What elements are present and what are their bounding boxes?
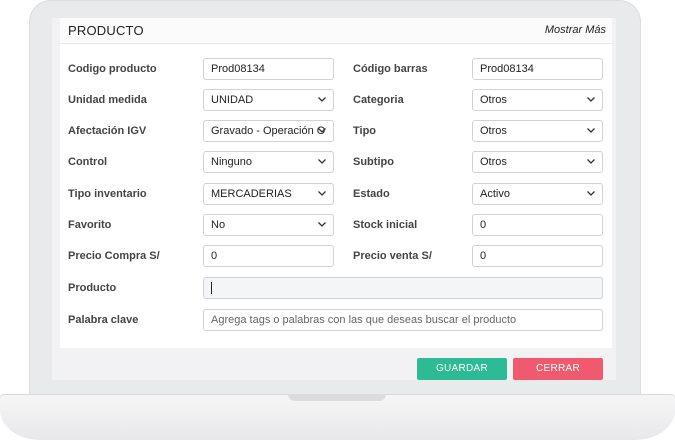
chevron-down-icon: [317, 156, 327, 166]
subtipo-label: Subtipo: [353, 156, 394, 168]
precio-compra-input[interactable]: 0: [203, 245, 334, 267]
precio-compra-label: Precio Compra S/: [68, 250, 160, 262]
codigo-barras-input[interactable]: Prod08134: [472, 58, 603, 80]
categoria-value: Otros: [480, 94, 507, 106]
favorito-select[interactable]: No: [203, 214, 334, 236]
palabra-clave-input[interactable]: Agrega tags o palabras con las que desea…: [203, 309, 603, 331]
product-modal: PRODUCTO Mostrar Más Codigo producto Pro…: [60, 18, 612, 348]
palabra-clave-label: Palabra clave: [68, 314, 139, 326]
close-button[interactable]: CERRAR: [513, 358, 603, 380]
afectacion-igv-select[interactable]: Gravado - Operación O: [203, 120, 334, 142]
control-label: Control: [68, 156, 108, 168]
chevron-down-icon: [317, 219, 327, 229]
palabra-clave-placeholder: Agrega tags o palabras con las que desea…: [211, 314, 517, 326]
form-row: Tipo inventario MERCADERIAS Estado Activ…: [60, 183, 612, 205]
form-row: Producto: [60, 277, 612, 299]
estado-value: Activo: [480, 188, 510, 200]
producto-label: Producto: [68, 282, 117, 294]
chevron-down-icon: [586, 188, 596, 198]
unidad-medida-label: Unidad medida: [68, 94, 147, 106]
subtipo-select[interactable]: Otros: [472, 151, 603, 173]
stock-inicial-input[interactable]: 0: [472, 214, 603, 236]
tipo-inventario-value: MERCADERIAS: [211, 188, 292, 200]
favorito-label: Favorito: [68, 219, 112, 231]
tipo-label: Tipo: [353, 125, 377, 137]
tipo-inventario-label: Tipo inventario: [68, 188, 147, 200]
producto-input[interactable]: [203, 277, 603, 299]
favorito-value: No: [211, 219, 226, 231]
laptop-notch: [288, 394, 386, 401]
control-value: Ninguno: [211, 156, 252, 168]
tipo-select[interactable]: Otros: [472, 120, 603, 142]
form-row: Palabra clave Agrega tags o palabras con…: [60, 309, 612, 331]
afectacion-igv-label: Afectación IGV: [68, 125, 147, 137]
estado-select[interactable]: Activo: [472, 183, 603, 205]
tipo-value: Otros: [480, 125, 507, 137]
chevron-down-icon: [317, 125, 327, 135]
chevron-down-icon: [586, 156, 596, 166]
modal-title: PRODUCTO: [68, 23, 144, 38]
modal-header: PRODUCTO Mostrar Más: [60, 18, 612, 44]
form-row: Afectación IGV Gravado - Operación O Tip…: [60, 120, 612, 142]
unidad-medida-value: UNIDAD: [211, 94, 254, 106]
form-row: Favorito No Stock inicial 0: [60, 214, 612, 236]
form-row: Precio Compra S/ 0 Precio venta S/ 0: [60, 245, 612, 267]
codigo-barras-label: Código barras: [353, 63, 428, 75]
categoria-select[interactable]: Otros: [472, 89, 603, 111]
control-select[interactable]: Ninguno: [203, 151, 334, 173]
show-more-link[interactable]: Mostrar Más: [545, 24, 606, 36]
unidad-medida-select[interactable]: UNIDAD: [203, 89, 334, 111]
modal-footer: GUARDAR CERRAR: [52, 358, 616, 380]
tipo-inventario-select[interactable]: MERCADERIAS: [203, 183, 334, 205]
estado-label: Estado: [353, 188, 390, 200]
chevron-down-icon: [317, 188, 327, 198]
codigo-producto-input[interactable]: Prod08134: [203, 58, 334, 80]
form-row: Unidad medida UNIDAD Categoria Otros: [60, 89, 612, 111]
form-row: Control Ninguno Subtipo Otros: [60, 151, 612, 173]
save-button[interactable]: GUARDAR: [417, 358, 507, 380]
stock-inicial-label: Stock inicial: [353, 219, 418, 231]
chevron-down-icon: [586, 94, 596, 104]
text-cursor: [211, 282, 212, 295]
codigo-producto-label: Codigo producto: [68, 63, 157, 75]
precio-venta-input[interactable]: 0: [472, 245, 603, 267]
categoria-label: Categoria: [353, 94, 404, 106]
chevron-down-icon: [317, 94, 327, 104]
afectacion-igv-value: Gravado - Operación O: [211, 125, 326, 137]
subtipo-value: Otros: [480, 156, 507, 168]
form-row: Codigo producto Prod08134 Código barras …: [60, 58, 612, 80]
laptop-screen: PRODUCTO Mostrar Más Codigo producto Pro…: [52, 18, 616, 380]
precio-venta-label: Precio venta S/: [353, 250, 432, 262]
chevron-down-icon: [586, 125, 596, 135]
